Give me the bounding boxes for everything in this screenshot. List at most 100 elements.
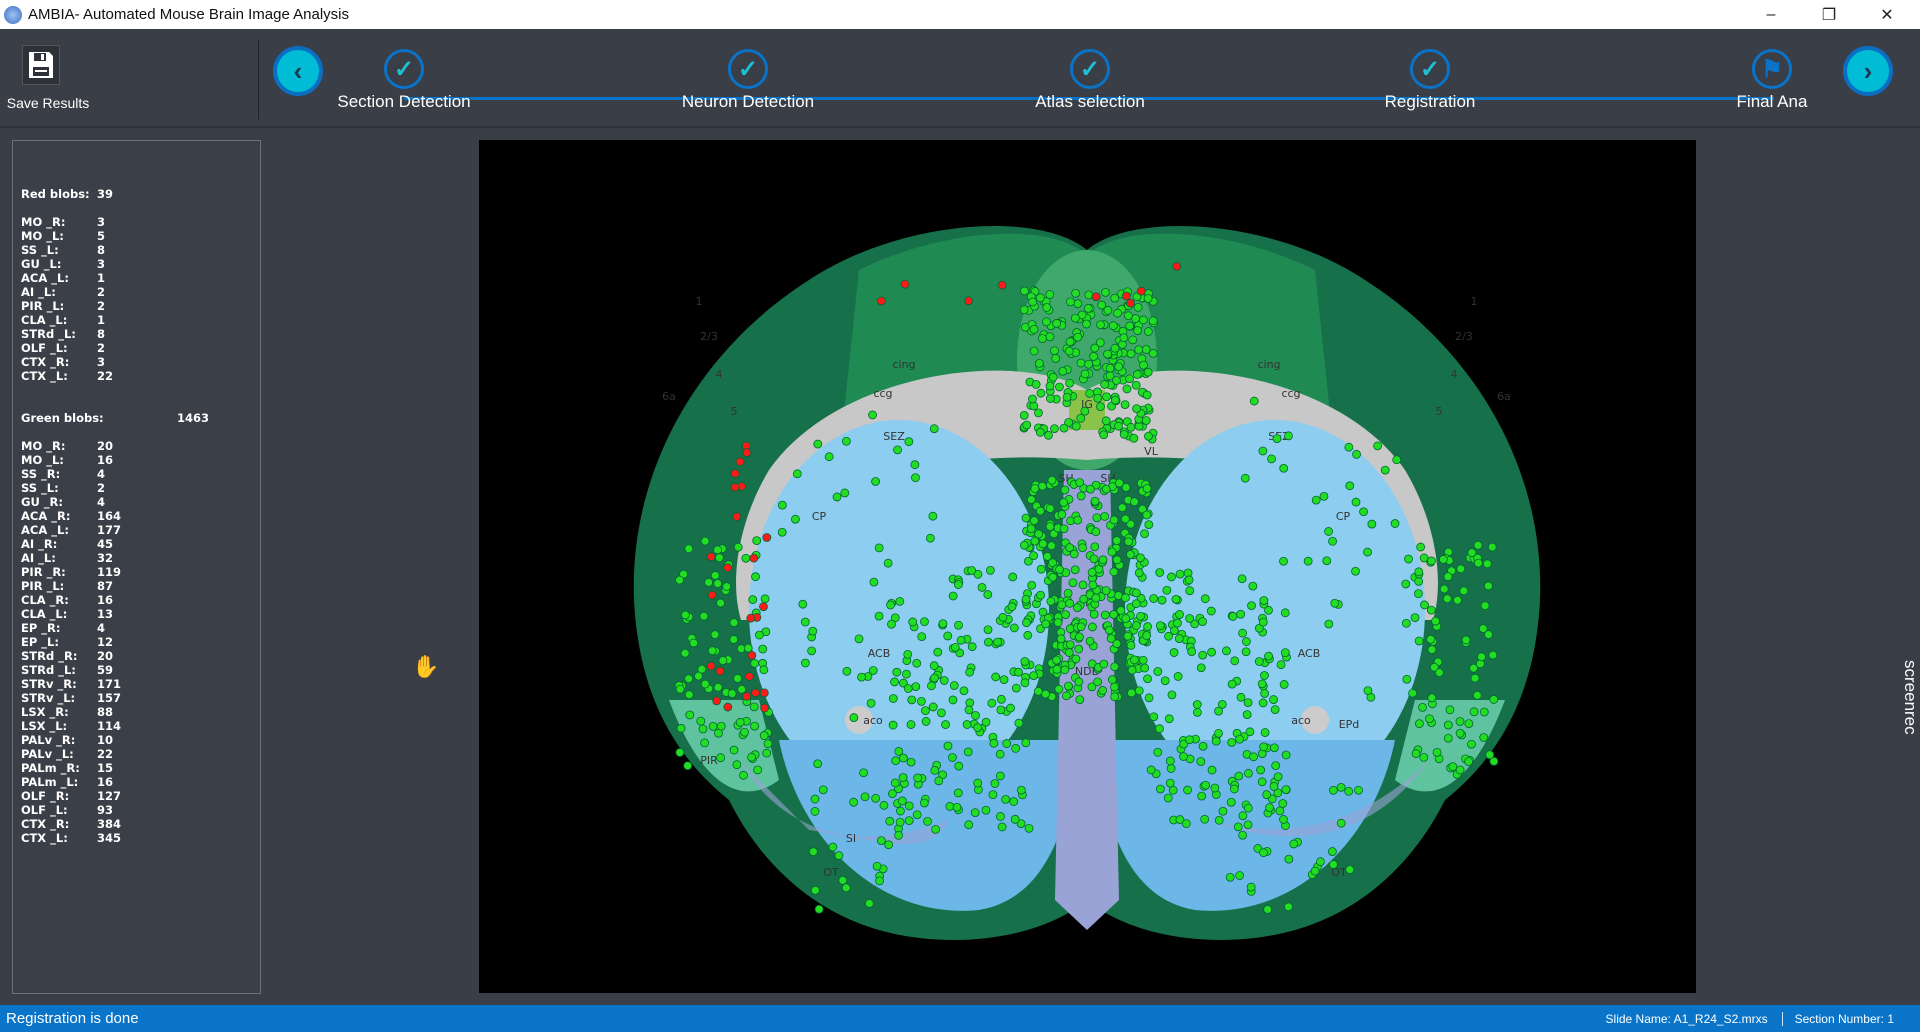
green-blob (1207, 765, 1217, 775)
registered-brain-section[interactable]: CPCPACBACBMSNDBSIOTOTIGSHSHVLPIREPdacoac… (479, 140, 1696, 993)
green-blob (1099, 659, 1109, 669)
red-blob (1136, 286, 1146, 296)
green-blob (1408, 688, 1418, 698)
save-results-label: Save Results (6, 95, 90, 111)
green-blob (1485, 750, 1495, 760)
window-title: AMBIA- Automated Mouse Brain Image Analy… (28, 6, 349, 23)
green-blob (1129, 433, 1139, 443)
green-blob (930, 766, 940, 775)
green-blob (1073, 299, 1083, 309)
save-results-button[interactable]: Save Results (7, 45, 89, 129)
green-blob (1200, 594, 1210, 604)
green-blob (1279, 556, 1288, 566)
step-atlas-selection[interactable]: ✓ Atlas selection (990, 49, 1190, 112)
green-blob (1443, 733, 1453, 743)
green-blob (1075, 632, 1084, 642)
green-blob (1120, 400, 1130, 409)
region-name: STRd _L: (21, 663, 76, 677)
green-blob (897, 796, 907, 806)
green-blob (917, 632, 927, 641)
green-blob (707, 646, 717, 656)
green-blob (874, 543, 884, 553)
green-blob (1042, 303, 1052, 312)
red-blob (707, 590, 717, 600)
green-blob (948, 695, 958, 705)
close-button[interactable]: ✕ (1858, 0, 1916, 29)
green-blob (680, 610, 690, 620)
green-blob (1248, 581, 1258, 591)
region-name: EP _L: (21, 635, 59, 649)
green-blob (1473, 558, 1483, 568)
green-blob (1036, 388, 1046, 398)
green-blob (1257, 679, 1267, 689)
region-name: AI _L: (21, 285, 56, 299)
green-blob (1020, 657, 1030, 666)
green-blob (1100, 610, 1110, 620)
green-blob (868, 666, 878, 675)
blob-count: 114 (97, 719, 122, 733)
restore-button[interactable]: ❐ (1800, 0, 1858, 29)
green-blob (1097, 300, 1107, 310)
green-blob (1045, 522, 1055, 531)
green-blob (700, 536, 710, 546)
green-blob (1127, 688, 1136, 698)
status-bar: Registration is done Slide Name: A1_R24_… (0, 1005, 1920, 1032)
region-name: OLF _L: (21, 803, 68, 817)
blob-count: 2 (97, 481, 106, 495)
green-blob (929, 661, 939, 671)
green-blob (864, 899, 874, 908)
green-blob (1200, 814, 1210, 824)
next-button[interactable]: › (1843, 46, 1893, 96)
green-blob (1119, 429, 1129, 439)
step-final-analysis[interactable]: ⚑ Final Ana (1672, 49, 1872, 112)
chevron-left-icon: ‹ (293, 55, 303, 86)
green-blob (1228, 612, 1238, 621)
step-registration[interactable]: ✓ Registration (1330, 49, 1530, 112)
green-blob (1243, 698, 1253, 707)
green-blob (1185, 586, 1195, 596)
green-blob (1007, 602, 1017, 612)
green-blob (1119, 333, 1129, 343)
green-blob (1157, 595, 1167, 605)
green-blob (1073, 332, 1083, 342)
green-blob (739, 770, 748, 780)
step-section-detection[interactable]: ✓ Section Detection (304, 49, 504, 112)
blob-count: 16 (97, 593, 114, 607)
green-blob (1126, 349, 1136, 359)
green-blob (1155, 621, 1165, 631)
green-blob (1107, 675, 1117, 684)
step-neuron-detection[interactable]: ✓ Neuron Detection (648, 49, 848, 112)
image-viewer[interactable]: CPCPACBACBMSNDBSIOTOTIGSHSHVLPIREPdacoac… (268, 140, 1920, 994)
green-blob (1110, 395, 1120, 405)
green-blob (953, 788, 963, 798)
blob-count: 164 (97, 509, 122, 523)
green-blob (1254, 657, 1264, 666)
green-blob (1144, 520, 1154, 530)
green-blob (1267, 454, 1276, 464)
green-blob (743, 643, 753, 653)
green-blob (732, 760, 742, 770)
green-blob (1113, 308, 1122, 318)
green-blob (1354, 785, 1363, 795)
green-blob (715, 553, 724, 563)
stat-row: EP _L: 12 (21, 635, 260, 649)
green-blob (1033, 686, 1043, 696)
green-blob (1459, 586, 1469, 596)
green-blob (753, 765, 763, 775)
green-blob (1487, 542, 1497, 552)
green-blob (964, 705, 974, 715)
green-blob (1367, 519, 1377, 529)
blob-stats-panel: Red blobs: 39 MO _R: 3 MO _L: 5 SS _L: 8 GU _L:… (12, 140, 261, 994)
minimize-button[interactable]: – (1742, 0, 1800, 29)
green-blob (1112, 376, 1121, 385)
green-blob (1262, 790, 1272, 799)
green-blob (838, 875, 848, 885)
green-blob (1351, 497, 1361, 507)
green-blob (943, 741, 953, 751)
green-blob (1153, 747, 1163, 757)
green-blob (1455, 728, 1465, 738)
green-blob-list: MO _R: 20 MO _L: 16 SS _R: 4 SS _L: 2 GU _R: 4 ACA… (21, 439, 260, 845)
green-blob (941, 720, 950, 729)
green-blob (1249, 752, 1258, 762)
region-name: MO _L: (21, 229, 64, 243)
